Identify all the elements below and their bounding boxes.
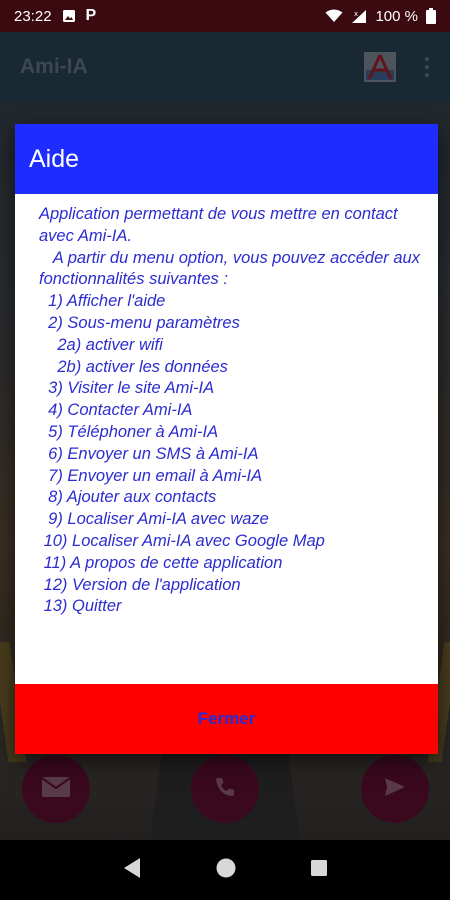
navigation-bar [0, 840, 450, 900]
list-item: 7) Envoyer un email à Ami-IA [39, 466, 263, 485]
close-button[interactable]: Fermer [198, 709, 256, 729]
dialog-intro: A partir du menu option, vous pouvez acc… [39, 248, 425, 289]
dialog-footer: Fermer [15, 684, 438, 754]
recents-icon[interactable] [310, 859, 328, 882]
list-item: 9) Localiser Ami-IA avec waze [39, 510, 269, 529]
list-item: 12) Version de l'application [39, 575, 241, 594]
status-time: 23:22 [14, 7, 52, 25]
wifi-icon [325, 9, 343, 23]
list-item: 10) Localiser Ami-IA avec Google Map [39, 531, 325, 550]
list-item: 8) Ajouter aux contacts [39, 488, 217, 507]
parking-icon: P [85, 7, 97, 24]
home-icon[interactable] [215, 857, 237, 884]
svg-text:x: x [354, 10, 358, 18]
list-item: 4) Contacter Ami-IA [39, 401, 193, 420]
signal-icon: x [351, 9, 367, 24]
list-item: 3) Visiter le site Ami-IA [39, 379, 215, 398]
battery-level: 100 % [375, 7, 418, 25]
dialog-body: Application permettant de vous mettre en… [15, 194, 438, 684]
list-item: 6) Envoyer un SMS à Ami-IA [39, 444, 259, 463]
list-item: 2) Sous-menu paramètres [39, 313, 240, 332]
photo-icon [62, 9, 76, 23]
dialog-intro: Application permettant de vous mettre en… [39, 205, 403, 245]
list-item: 1) Afficher l'aide [39, 292, 166, 311]
feature-list: 1) Afficher l'aide 2) Sous-menu paramètr… [39, 291, 424, 618]
back-icon[interactable] [122, 857, 142, 884]
list-item: 5) Téléphoner à Ami-IA [39, 422, 219, 441]
list-item: 13) Quitter [39, 597, 122, 616]
list-item: 2a) activer wifi [39, 335, 163, 354]
help-dialog: Aide Application permettant de vous mett… [15, 124, 438, 754]
status-bar: 23:22 P x 100 % [0, 0, 450, 32]
dialog-header: Aide [15, 124, 438, 194]
battery-icon [426, 8, 436, 24]
list-item: 2b) activer les données [39, 357, 228, 376]
dialog-title: Aide [29, 144, 80, 173]
list-item: 11) A propos de cette application [39, 553, 283, 572]
